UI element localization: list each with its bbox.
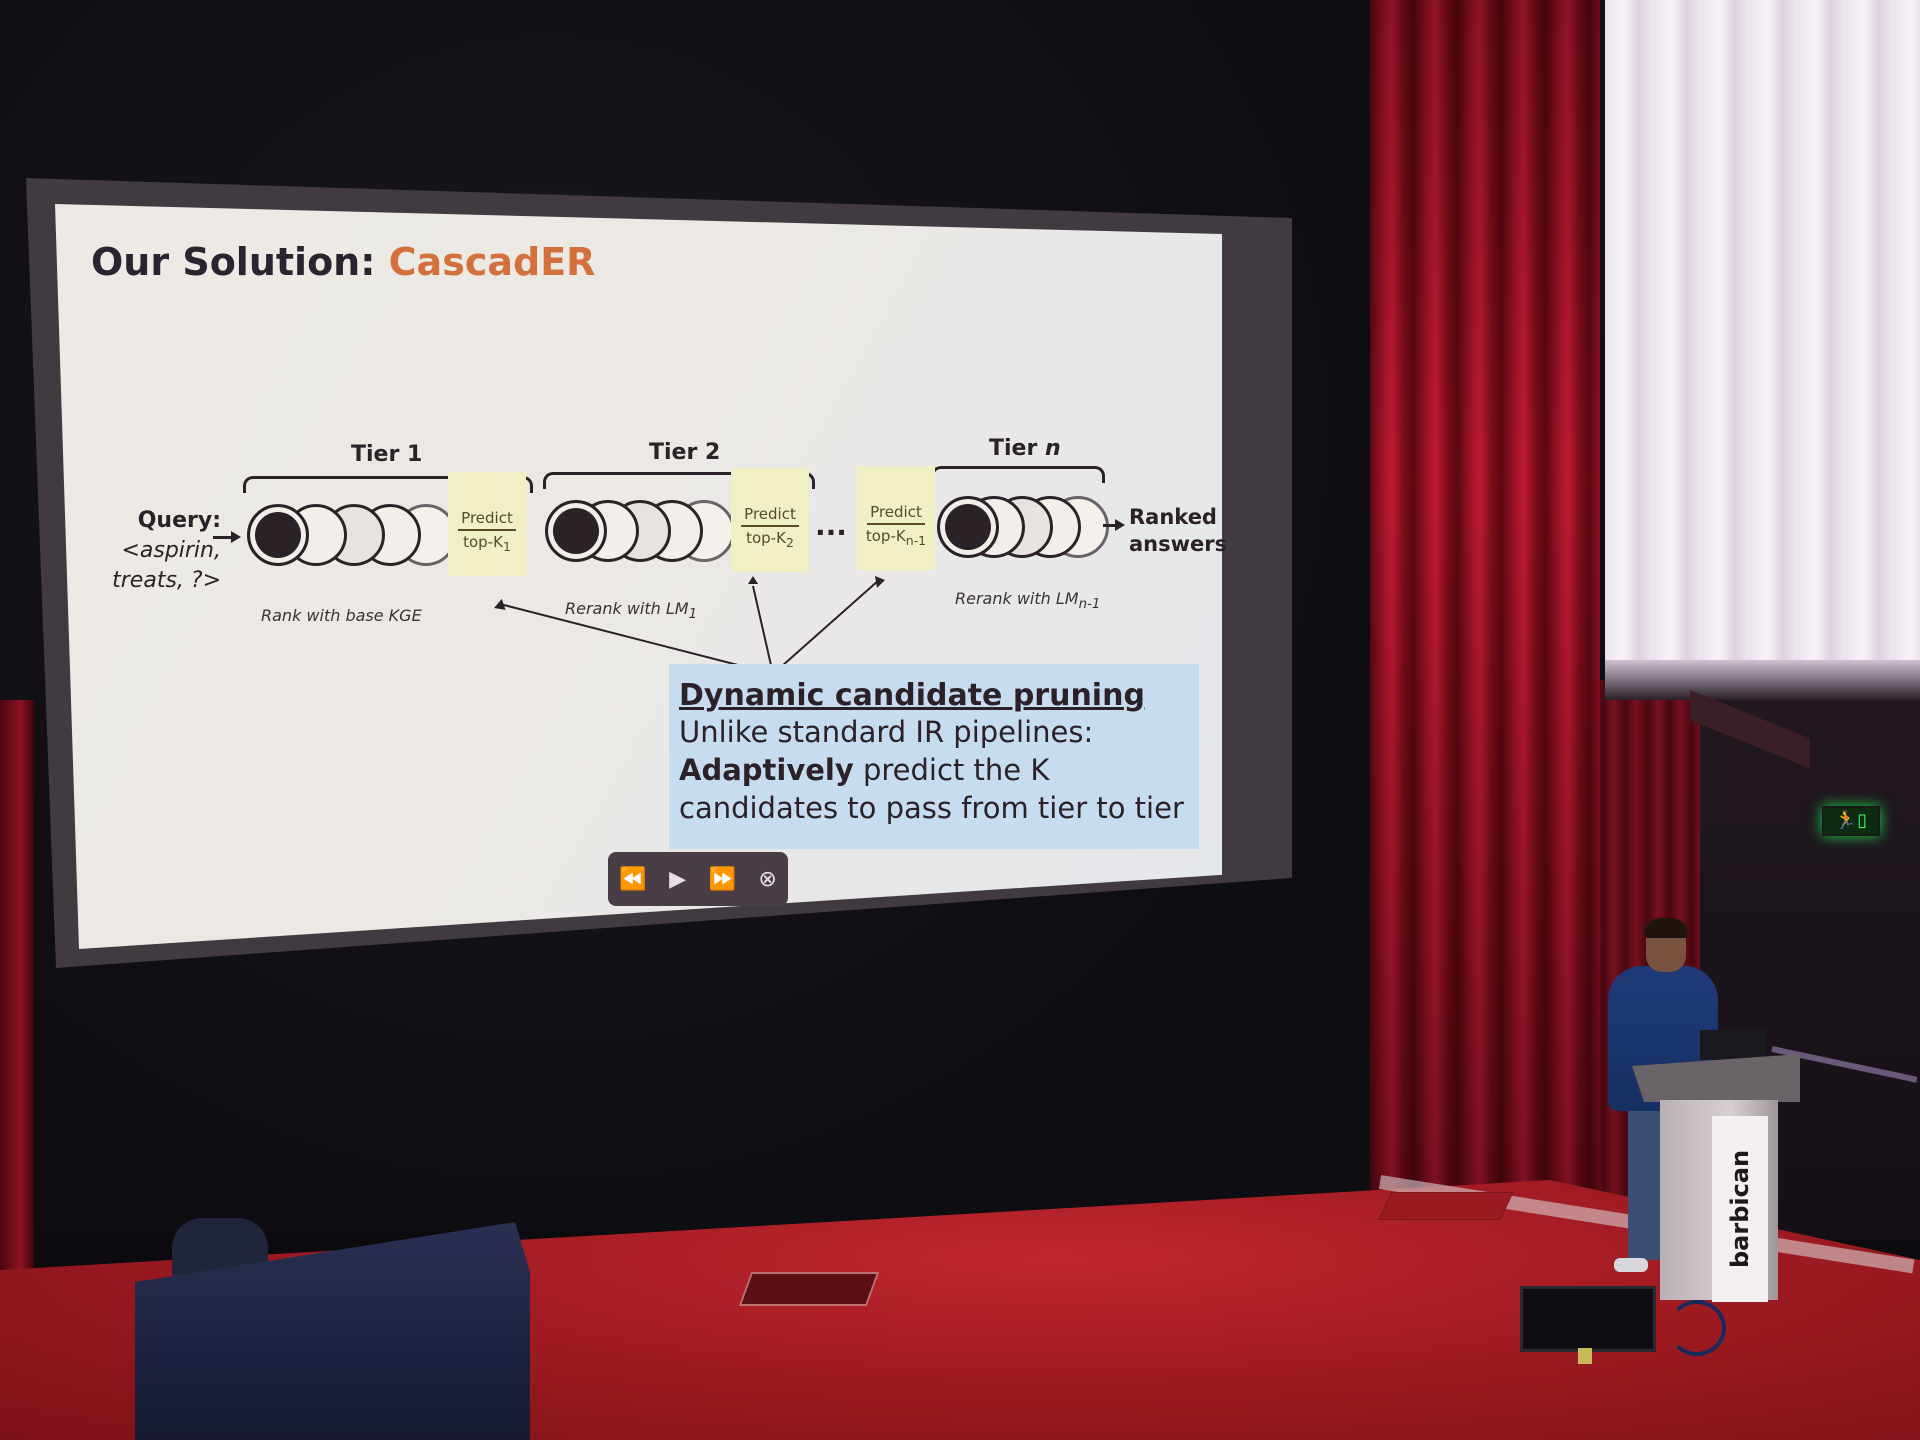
pointer-to-predict-n xyxy=(772,579,880,675)
pillar-shadow xyxy=(1605,660,1920,700)
projection-screen: Our Solution: CascadER Tier 1 Tier 2 Tie… xyxy=(55,204,1227,949)
exit-sign: 🏃▯ xyxy=(1822,806,1880,836)
forward-icon[interactable]: ⏩ xyxy=(708,867,735,892)
auditorium-scene: 🏃▯ Our Solution: CascadER Tier 1 Tier 2 … xyxy=(0,0,1920,1440)
rewind-icon[interactable]: ⏪ xyxy=(619,867,646,892)
pointer-head-n xyxy=(875,576,885,588)
white-pillar xyxy=(1605,0,1920,690)
pointer-head-2 xyxy=(748,576,758,584)
curtain-shading xyxy=(1370,0,1600,1200)
laptop xyxy=(1700,1030,1766,1060)
pointer-to-predict-2 xyxy=(752,585,774,675)
slide: Our Solution: CascadER Tier 1 Tier 2 Tie… xyxy=(55,204,1227,949)
stage-hatch xyxy=(738,1272,880,1306)
callout-heading: Dynamic candidate pruning xyxy=(679,678,1145,713)
speaker-shoes xyxy=(1614,1258,1648,1272)
stage-hatch-back xyxy=(1378,1192,1514,1220)
callout-line2: Adaptively predict the K xyxy=(679,753,1050,787)
play-icon[interactable]: ▶ xyxy=(669,867,686,892)
callout-box: Dynamic candidate pruning Unlike standar… xyxy=(669,664,1199,849)
callout-line3: candidates to pass from tier to tier xyxy=(679,791,1184,825)
close-icon[interactable]: ⊗ xyxy=(758,867,776,892)
callout-line1: Unlike standard IR pipelines: xyxy=(679,715,1094,749)
media-controls: ⏪ ▶ ⏩ ⊗ xyxy=(608,852,788,906)
podium-logo: barbican xyxy=(1726,1149,1754,1269)
floor-monitor xyxy=(1520,1286,1656,1352)
cable xyxy=(1668,1300,1726,1356)
monitor-stand xyxy=(1578,1348,1592,1364)
speaker-hair xyxy=(1644,918,1688,938)
